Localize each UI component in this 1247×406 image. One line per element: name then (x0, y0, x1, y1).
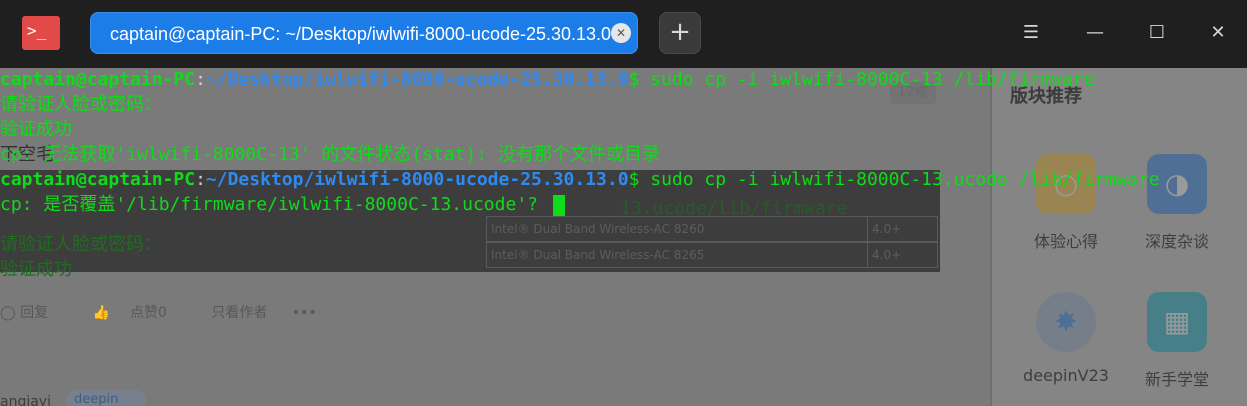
maximize-icon[interactable]: ☐ (1142, 18, 1172, 48)
prompt-path: ~/Desktop/iwlwifi-8000-ucode-25.30.13.0 (205, 69, 629, 90)
terminal-prompt-line: captain@captain-PC:~/Desktop/iwlwifi-800… (0, 167, 1160, 192)
terminal-output-line: 验证成功 (0, 119, 72, 140)
prompt-user: captain@captain-PC (0, 169, 196, 190)
prompt-user: captain@captain-PC (0, 69, 196, 90)
terminal-output[interactable]: captain@captain-PC:~/Desktop/iwlwifi-800… (0, 68, 1247, 406)
overwrite-prompt: cp: 是否覆盖'/lib/firmware/iwlwifi-8000C-13.… (0, 194, 549, 215)
prompt-separator: : (195, 69, 206, 90)
prompt-command: $ sudo cp -i iwlwifi-8000C-13.ucode /lib… (628, 169, 1160, 190)
terminal-cursor (552, 194, 565, 216)
tab-title: captain@captain-PC: ~/Desktop/iwlwifi-80… (110, 24, 612, 44)
terminal-prompt-line: captain@captain-PC:~/Desktop/iwlwifi-800… (0, 67, 1095, 92)
terminal-output-line: cp: 无法获取'iwlwifi-8000C-13' 的文件状态(stat): … (0, 144, 660, 165)
terminal-input-line: cp: 是否覆盖'/lib/firmware/iwlwifi-8000C-13.… (0, 192, 565, 217)
new-tab-button[interactable]: + (659, 12, 701, 54)
prompt-command: $ sudo cp -i iwlwifi-8000C-13 /lib/firmw… (628, 69, 1095, 90)
tab-terminal[interactable]: captain@captain-PC: ~/Desktop/iwlwifi-80… (90, 12, 638, 54)
terminal-icon[interactable]: >_ (22, 16, 60, 50)
hamburger-menu-icon[interactable]: ☰ (1016, 18, 1046, 48)
tab-close-icon[interactable]: ✕ (611, 23, 631, 43)
terminal-titlebar: >_ captain@captain-PC: ~/Desktop/iwlwifi… (0, 0, 1247, 68)
terminal-output-line: 请验证人脸或密码： (0, 94, 162, 115)
close-window-icon[interactable]: ✕ (1203, 18, 1233, 48)
prompt-separator: : (195, 169, 206, 190)
minimize-icon[interactable]: — (1080, 18, 1110, 48)
prompt-path: ~/Desktop/iwlwifi-8000-ucode-25.30.13.0 (205, 169, 629, 190)
